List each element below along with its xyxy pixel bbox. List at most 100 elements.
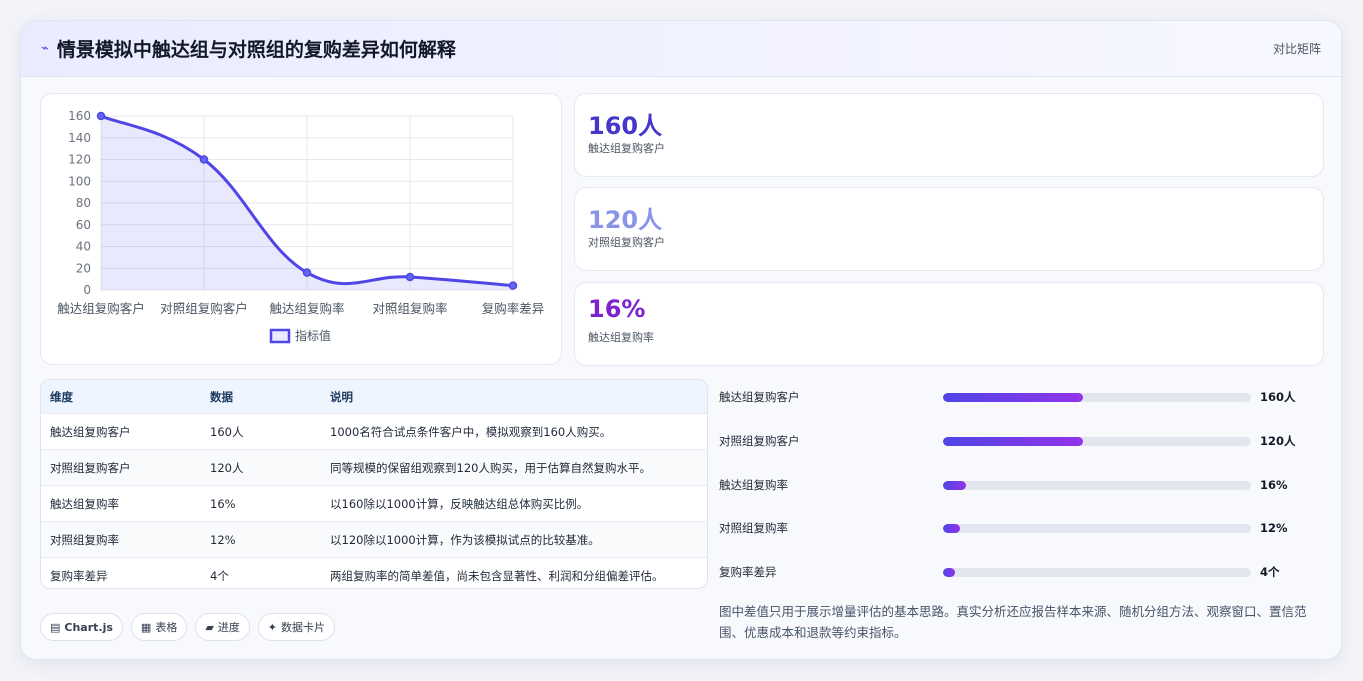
stat-label: 触达组复购率 [588,331,654,344]
legend-swatch [269,328,291,344]
table-cell: 对照组复购客户 [50,460,131,475]
x-tick-label: 对照组复购率 [372,301,447,316]
y-tick-label: 20 [76,261,91,275]
data-point [508,281,518,290]
trend-icon: ⌁ [41,41,49,56]
progress-fill [943,523,960,533]
progress-label: 复购率差异 [719,565,777,579]
table-header-row: 维度 数据 说明 [41,380,707,413]
y-tick-label: 160 [68,109,91,123]
dashboard-card: ⌁ 情景模拟中触达组与对照组的复购差异如何解释 对比矩阵 0 20 40 60 80 10… [20,20,1342,660]
data-point [302,268,312,277]
x-tick-label: 触达组复购客户 [57,301,145,316]
progress-row: 触达组复购率 16% [719,475,1319,495]
x-tick-label: 对照组复购客户 [160,301,248,316]
table-cell: 对照组复购率 [50,532,119,547]
y-tick-label: 60 [76,218,91,232]
stat-label: 触达组复购客户 [588,142,665,155]
stat-card: 120人 对照组复购客户 [574,187,1324,271]
progress-track [943,436,1251,446]
table-cell: 16% [210,496,236,511]
feature-chips: ▤ Chart.js ▦ 表格 ▰ 进度 ✦ 数据卡片 [40,613,336,641]
table-cell: 以160除以1000计算，反映触达组总体购买比例。 [330,496,589,511]
progress-label: 触达组复购率 [719,478,788,492]
progress-label: 触达组复购客户 [719,390,800,404]
table-cell: 同等规模的保留组观察到120人购买，用于估算自然复购水平。 [330,460,651,475]
table-cell: 触达组复购客户 [50,424,131,439]
stat-value: 160人 [588,112,663,140]
table-cell: 12% [210,532,236,547]
x-tick-label: 触达组复购率 [269,301,344,316]
table-row: 对照组复购客户 120人 同等规模的保留组观察到120人购买，用于估算自然复购水… [41,449,707,485]
progress-icon: ▰ [205,620,214,634]
chip-label: 进度 [217,621,240,634]
table-row: 对照组复购率 12% 以120除以1000计算，作为该模拟试点的比较基准。 [41,521,707,557]
progress-track [943,567,1251,577]
table-cell: 以120除以1000计算，作为该模拟试点的比较基准。 [330,532,600,547]
table-icon: ▦ [140,620,152,634]
stat-value: 120人 [588,206,663,234]
comparison-matrix-link[interactable]: 对比矩阵 [1273,40,1321,57]
y-tick-label: 40 [76,240,91,254]
chip-data-card[interactable]: ✦ 数据卡片 [257,613,336,641]
data-point [405,272,415,282]
chart-canvas: 0 20 40 60 80 100 120 140 160 触达组复购客户 对照组复购客户 触达组复购… [57,109,545,344]
table-cell: 复购率差异 [50,568,108,583]
y-tick-label: 100 [68,174,91,188]
data-point [96,111,106,121]
table-cell: 触达组复购率 [50,496,119,511]
y-tick-label: 0 [83,283,91,297]
page-title: 情景模拟中触达组与对照组的复购差异如何解释 [56,39,456,61]
table-cell: 120人 [210,460,244,475]
progress-track [943,392,1251,402]
chip-table[interactable]: ▦ 表格 [130,613,188,641]
table-cell: 160人 [210,424,244,439]
progress-row: 复购率差异 4个 [719,562,1319,582]
chip-label: Chart.js [64,620,113,634]
sparkle-icon: ✦ [267,620,278,634]
progress-track [943,480,1251,490]
chip-label: 数据卡片 [281,621,326,634]
data-table: 维度 数据 说明 触达组复购客户 160人 1000名符合试点条件客户中，模拟观… [40,379,708,589]
table-cell: 两组复购率的简单差值，尚未包含显著性、利润和分组偏差评估。 [330,568,664,583]
y-tick-label: 140 [68,131,91,145]
progress-row: 对照组复购率 12% [719,518,1319,538]
column-header: 说明 [330,389,353,404]
stat-value: 16% [588,295,646,323]
progress-row: 触达组复购客户 160人 [719,387,1319,407]
y-tick-label: 80 [76,196,91,210]
progress-row: 对照组复购客户 120人 [719,431,1319,451]
progress-fill [943,436,1084,446]
table-cell: 4个 [210,568,229,583]
progress-value: 4个 [1260,565,1280,579]
chip-progress[interactable]: ▰ 进度 [195,613,250,641]
table-row: 复购率差异 4个 两组复购率的简单差值，尚未包含显著性、利润和分组偏差评估。 [41,557,707,588]
progress-value: 120人 [1260,434,1296,448]
progress-fill [943,567,955,577]
chart-icon: ▤ [50,620,61,634]
stat-label: 对照组复购客户 [588,236,665,249]
progress-fill [943,480,967,490]
table-row: 触达组复购客户 160人 1000名符合试点条件客户中，模拟观察到160人购买。 [41,413,707,449]
column-header: 数据 [210,389,233,404]
title-wrap: ⌁ 情景模拟中触达组与对照组的复购差异如何解释 [41,35,456,62]
legend-label: 指标值 [295,328,331,343]
stat-card: 160人 触达组复购客户 [574,93,1324,177]
stat-card: 16% 触达组复购率 [574,282,1324,366]
progress-label: 对照组复购客户 [719,434,800,448]
column-header: 维度 [50,389,73,404]
progress-fill [943,392,1084,402]
table-row: 触达组复购率 16% 以160除以1000计算，反映触达组总体购买比例。 [41,485,707,521]
x-tick-label: 复购率差异 [482,301,545,316]
explanation-note: 图中差值只用于展示增量评估的基本思路。真实分析还应报告样本来源、随机分组方法、观… [719,604,1307,640]
line-chart: 0 20 40 60 80 100 120 140 160 触达组复购客户 对照组复购客户 触达组复购… [40,93,562,365]
chip-label: 表格 [155,621,178,634]
y-tick-label: 120 [68,153,91,167]
progress-value: 12% [1260,521,1288,535]
table-cell: 1000名符合试点条件客户中，模拟观察到160人购买。 [330,424,612,439]
progress-track [943,523,1251,533]
chip-chartjs[interactable]: ▤ Chart.js [40,613,123,641]
card-header: ⌁ 情景模拟中触达组与对照组的复购差异如何解释 对比矩阵 [21,21,1341,77]
progress-value: 160人 [1260,390,1296,404]
progress-label: 对照组复购率 [719,521,788,535]
